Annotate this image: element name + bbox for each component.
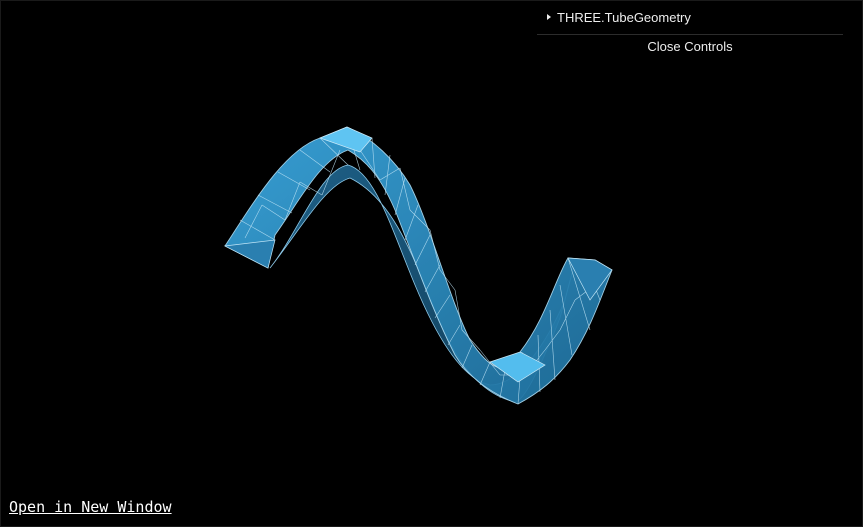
caret-right-icon <box>547 14 551 20</box>
viewport[interactable]: THREE.TubeGeometry Close Controls Open i… <box>0 0 863 527</box>
close-controls-button[interactable]: Close Controls <box>537 35 843 59</box>
folder-title: THREE.TubeGeometry <box>557 9 691 25</box>
controls-panel: THREE.TubeGeometry Close Controls <box>537 0 843 59</box>
tube-geometry-folder[interactable]: THREE.TubeGeometry <box>537 0 843 35</box>
open-in-new-window-link[interactable]: Open in New Window <box>9 498 172 516</box>
tube-geometry-render[interactable] <box>0 0 863 527</box>
